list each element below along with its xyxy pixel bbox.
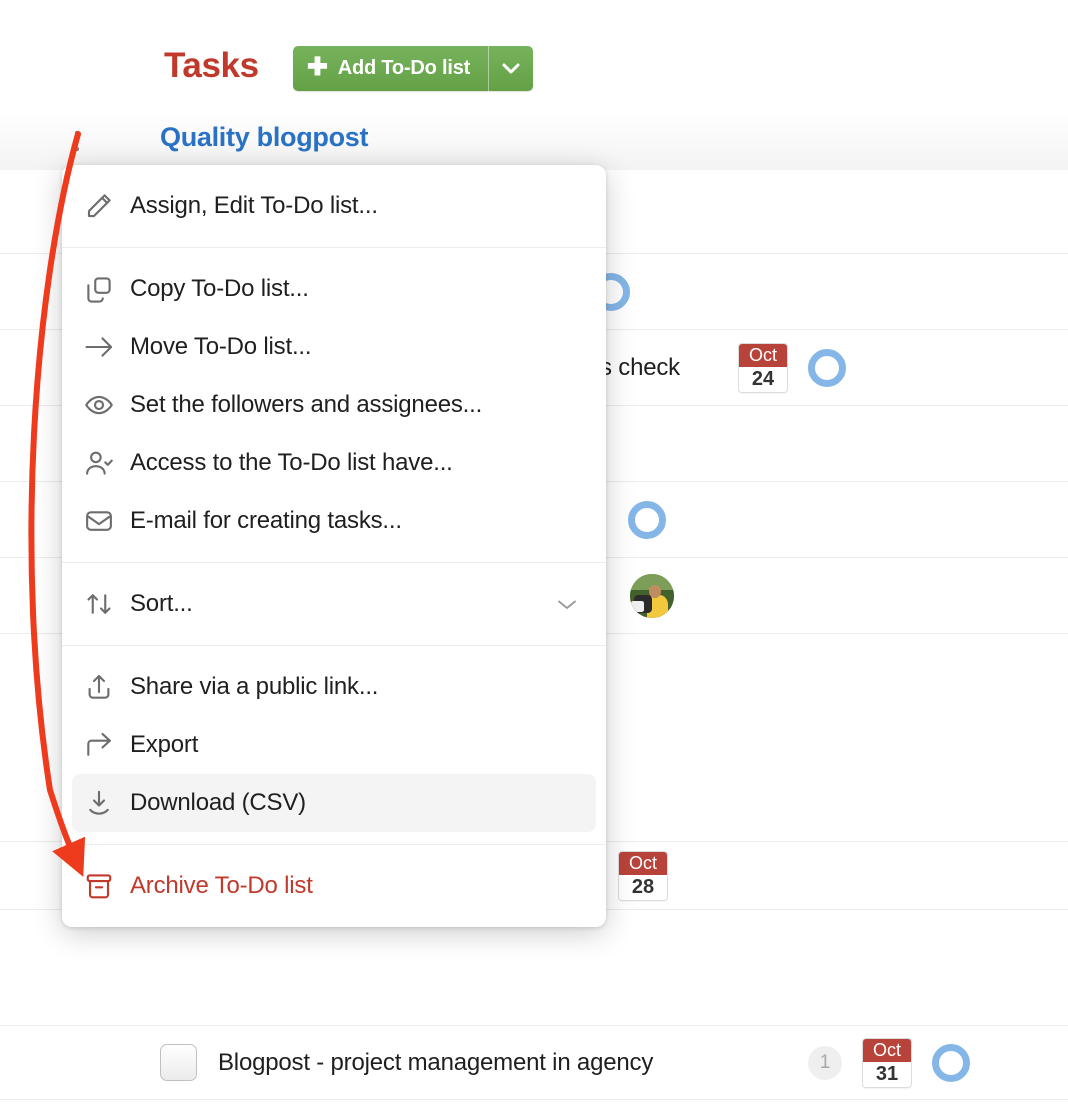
menu-section: Archive To-Do list: [62, 844, 606, 927]
due-date-badge[interactable]: Oct 24: [738, 342, 788, 393]
caret-down-icon: [502, 63, 520, 75]
menu-item-download-csv[interactable]: Download (CSV): [72, 774, 596, 832]
menu-item-label: Access to the To-Do list have...: [130, 449, 453, 476]
due-date-day: 24: [739, 366, 787, 392]
menu-item-access-to-the-to-do-list-have[interactable]: Access to the To-Do list have...: [72, 434, 596, 492]
envelope-icon: [84, 506, 130, 536]
task-title[interactable]: Blogpost - project management in agency: [218, 1049, 653, 1077]
plus-icon: ✚: [307, 53, 328, 81]
share-upload-icon: [84, 672, 130, 702]
menu-item-e-mail-for-creating-tasks[interactable]: E-mail for creating tasks...: [72, 492, 596, 550]
menu-item-assign-edit-to-do-list[interactable]: Assign, Edit To-Do list...: [72, 177, 596, 235]
menu-item-share-via-a-public-link[interactable]: Share via a public link...: [72, 658, 596, 716]
comment-count-badge[interactable]: 1: [808, 1045, 842, 1080]
todo-list-context-menu: Assign, Edit To-Do list... Copy To-Do lis…: [62, 165, 606, 927]
menu-section: Copy To-Do list... Move To-Do list... Set …: [62, 247, 606, 562]
menu-item-label: Set the followers and assignees...: [130, 391, 483, 418]
menu-item-label: Copy To-Do list...: [130, 275, 309, 302]
task-title[interactable]: s check: [600, 354, 680, 382]
add-todo-list-label: Add To-Do list: [337, 57, 471, 79]
menu-item-export[interactable]: Export: [72, 716, 596, 774]
due-date-badge[interactable]: Oct 28: [618, 850, 668, 901]
menu-item-sort[interactable]: Sort...: [72, 575, 596, 633]
chevron-down-icon[interactable]: [556, 597, 578, 611]
due-date-day: 31: [863, 1061, 911, 1087]
due-date-day: 28: [619, 874, 667, 900]
page-title: Tasks: [164, 46, 259, 85]
arrow-right-icon: [84, 332, 130, 362]
page-header: Tasks ✚ Add To-Do list: [0, 0, 1068, 110]
due-date-month: Oct: [739, 343, 787, 367]
due-date-month: Oct: [619, 851, 667, 875]
menu-item-set-the-followers-and-assignees[interactable]: Set the followers and assignees...: [72, 376, 596, 434]
task-row[interactable]: Blogpost - project management in agency 1…: [0, 1026, 1068, 1100]
due-date-month: Oct: [863, 1038, 911, 1062]
add-todo-list-dropdown-button[interactable]: [488, 46, 534, 91]
menu-item-label: Export: [130, 731, 199, 758]
add-todo-list-group: ✚ Add To-Do list: [293, 46, 534, 91]
task-checkbox[interactable]: [160, 1044, 197, 1081]
kebab-vertical-icon[interactable]: [68, 126, 86, 156]
eye-icon: [84, 390, 130, 420]
sort-arrows-icon: [84, 589, 130, 619]
menu-section: Share via a public link... Export Download…: [62, 645, 606, 844]
menu-item-label: Move To-Do list...: [130, 333, 312, 360]
menu-item-label: Share via a public link...: [130, 673, 379, 700]
due-date-badge[interactable]: Oct 31: [862, 1037, 912, 1088]
menu-item-label: E-mail for creating tasks...: [130, 507, 402, 534]
menu-item-label: Download (CSV): [130, 789, 306, 816]
menu-item-label: Sort...: [130, 590, 193, 617]
assignee-avatar[interactable]: [630, 573, 674, 618]
add-todo-list-button[interactable]: ✚ Add To-Do list: [293, 46, 489, 91]
user-check-icon: [84, 448, 130, 478]
pencil-icon: [84, 191, 130, 221]
menu-section: Assign, Edit To-Do list...: [62, 165, 606, 247]
archive-box-icon: [84, 871, 130, 901]
menu-item-label: Assign, Edit To-Do list...: [130, 192, 378, 219]
menu-item-move-to-do-list[interactable]: Move To-Do list...: [72, 318, 596, 376]
assignee-avatar-placeholder[interactable]: [932, 1043, 970, 1082]
task-row[interactable]: [0, 910, 1068, 1026]
export-arrow-icon: [84, 730, 130, 760]
todo-list-name[interactable]: Quality blogpost: [160, 122, 369, 153]
menu-item-label: Archive To-Do list: [130, 872, 313, 899]
menu-item-archive-to-do-list[interactable]: Archive To-Do list: [72, 857, 596, 915]
assignee-avatar-placeholder[interactable]: [808, 348, 846, 387]
copy-icon: [84, 274, 130, 304]
download-icon: [84, 788, 130, 818]
assignee-avatar-placeholder[interactable]: [628, 500, 666, 539]
todo-list-header: Quality blogpost: [0, 112, 1068, 170]
menu-section: Sort...: [62, 562, 606, 645]
menu-item-copy-to-do-list[interactable]: Copy To-Do list...: [72, 260, 596, 318]
